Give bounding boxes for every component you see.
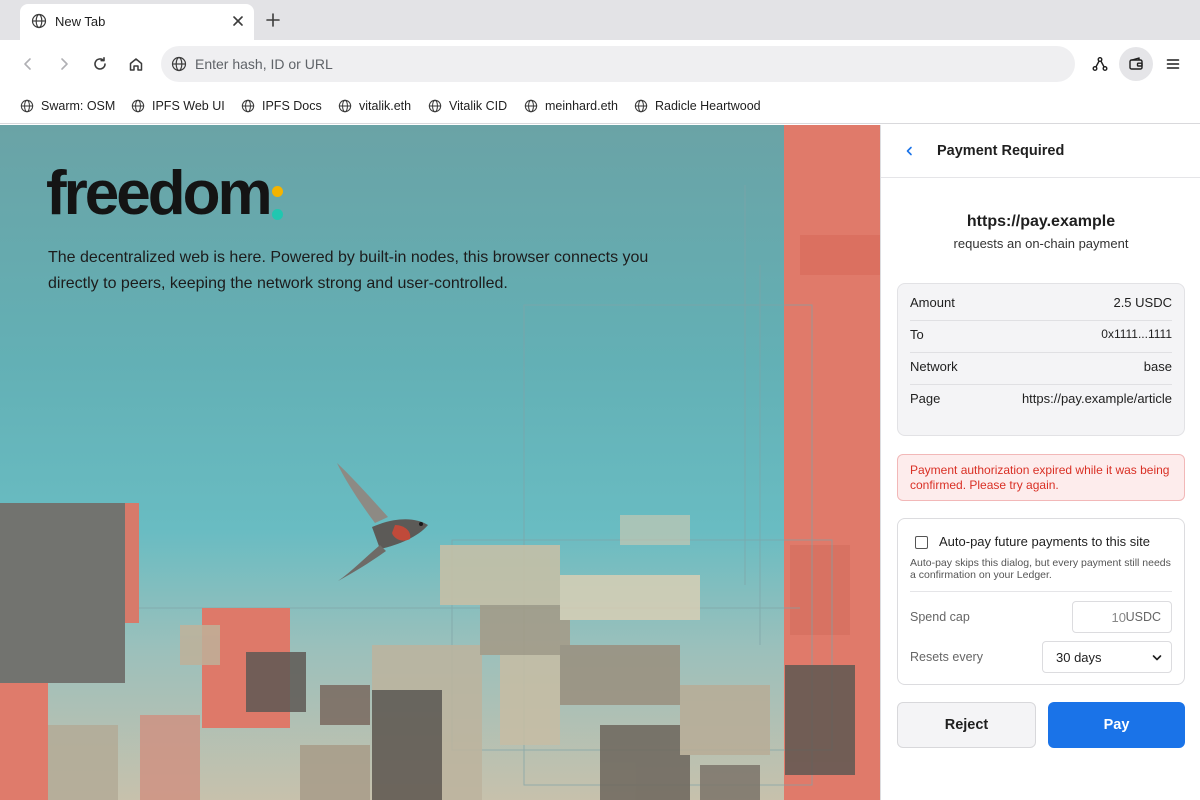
detail-row-page: Page https://pay.example/article (910, 382, 1172, 414)
bookmark-vitalik-cid[interactable]: Vitalik CID (428, 96, 507, 116)
divider (910, 591, 1172, 592)
bookmark-label: meinhard.eth (545, 99, 618, 113)
wallet-button[interactable] (1119, 47, 1153, 81)
bookmark-ipfs-docs[interactable]: IPFS Docs (241, 96, 322, 116)
detail-label: Network (910, 358, 958, 374)
tab-strip: New Tab (0, 0, 1200, 40)
globe-icon (241, 99, 255, 113)
bookmark-swarm-osm[interactable]: Swarm: OSM (20, 96, 115, 116)
globe-icon (338, 99, 352, 113)
home-button[interactable] (126, 54, 146, 74)
spend-cap-placeholder: 10 (1111, 610, 1126, 625)
bookmark-label: Swarm: OSM (41, 99, 116, 113)
reload-button[interactable] (90, 54, 110, 74)
bookmark-label: IPFS Web UI (152, 99, 225, 113)
pay-button[interactable]: Pay (1048, 702, 1185, 748)
detail-row-to: To 0x1111...1111 (910, 318, 1172, 350)
globe-icon (634, 99, 648, 113)
detail-row-amount: Amount 2.5 USDC (910, 286, 1172, 318)
freedom-logo: freedom (46, 159, 273, 228)
tagline: The decentralized web is here. Powered b… (48, 249, 649, 292)
payment-details: Amount 2.5 USDC To 0x1111...1111 Network… (897, 283, 1185, 436)
omnibox[interactable] (161, 46, 1075, 82)
bookmark-label: Radicle Heartwood (655, 99, 761, 113)
close-icon[interactable] (230, 13, 246, 29)
chevron-left-icon[interactable] (901, 143, 917, 159)
arrow-left-icon (24, 58, 31, 70)
detail-value: https://pay.example/article (1021, 390, 1172, 406)
spend-cap-input[interactable]: 10 USDC (1072, 601, 1172, 633)
toolbar (0, 40, 1200, 88)
bookmark-label: IPFS Docs (262, 99, 322, 113)
detail-row-network: Network base (910, 350, 1172, 382)
chevron-down-icon (1152, 655, 1162, 661)
globe-icon (428, 99, 442, 113)
nodes-button[interactable] (1090, 54, 1110, 74)
autopay-help-text: Auto-pay skips this dialog, but every pa… (910, 557, 1171, 581)
hamburger-menu-icon (1166, 59, 1180, 69)
globe-icon (31, 13, 47, 29)
panel-header: Payment Required (881, 125, 1200, 178)
bookmark-ipfs-web-ui[interactable]: IPFS Web UI (131, 96, 225, 116)
wallet-icon (1129, 57, 1143, 70)
panel-title: Payment Required (937, 143, 1065, 159)
logo-colon-dots (272, 186, 283, 220)
payment-origin-subtitle: requests an on-chain payment (953, 236, 1129, 251)
resets-every-value: 30 days (1056, 650, 1102, 665)
bird-illustration (337, 463, 428, 581)
resets-every-select[interactable]: 30 days (1042, 641, 1172, 673)
autopay-checkbox[interactable] (915, 536, 928, 549)
address-input[interactable] (195, 46, 1055, 82)
bookmark-label: vitalik.eth (359, 99, 412, 113)
payment-origin: https://pay.example (966, 213, 1116, 230)
bookmark-label: Vitalik CID (449, 99, 508, 113)
spend-cap-label: Spend cap (910, 610, 970, 624)
bookmark-vitalik-eth[interactable]: vitalik.eth (338, 96, 411, 116)
spend-cap-unit: USDC (1125, 610, 1161, 624)
arrow-right-icon (61, 58, 68, 70)
detail-value: 2.5 USDC (1113, 294, 1172, 310)
home-icon (129, 58, 143, 71)
new-tab-plus-icon[interactable] (264, 11, 282, 29)
new-tab-page: freedom The decentralized web is here. P… (0, 125, 880, 800)
bookmarks-bar: Swarm: OSM IPFS Web UI IPFS Docs vitalik… (0, 88, 1200, 124)
forward-button[interactable] (54, 54, 74, 74)
globe-icon (131, 99, 145, 113)
detail-label: Amount (910, 294, 955, 310)
error-message: Payment authorization expired while it w… (897, 454, 1185, 501)
globe-icon (20, 99, 34, 113)
detail-value: 0x1111...1111 (1101, 327, 1172, 341)
detail-value: base (1143, 358, 1172, 374)
payment-panel: Payment Required https://pay.example req… (880, 125, 1200, 800)
tab-new-tab[interactable]: New Tab (20, 4, 254, 40)
reject-button[interactable]: Reject (897, 702, 1036, 748)
back-button[interactable] (18, 54, 38, 74)
detail-label: Page (910, 390, 941, 406)
globe-icon (524, 99, 538, 113)
menu-button[interactable] (1163, 54, 1183, 74)
globe-icon (171, 56, 187, 72)
tab-title: New Tab (55, 14, 106, 29)
detail-label: To (910, 326, 924, 342)
reload-icon (94, 56, 106, 70)
network-nodes-icon (1092, 57, 1108, 71)
bookmark-radicle-heartwood[interactable]: Radicle Heartwood (634, 96, 761, 116)
bookmark-meinhard-eth[interactable]: meinhard.eth (524, 96, 618, 116)
resets-every-label: Resets every (910, 650, 983, 664)
autopay-section: Auto-pay future payments to this site Au… (897, 518, 1185, 685)
autopay-label[interactable]: Auto-pay future payments to this site (939, 534, 1150, 549)
